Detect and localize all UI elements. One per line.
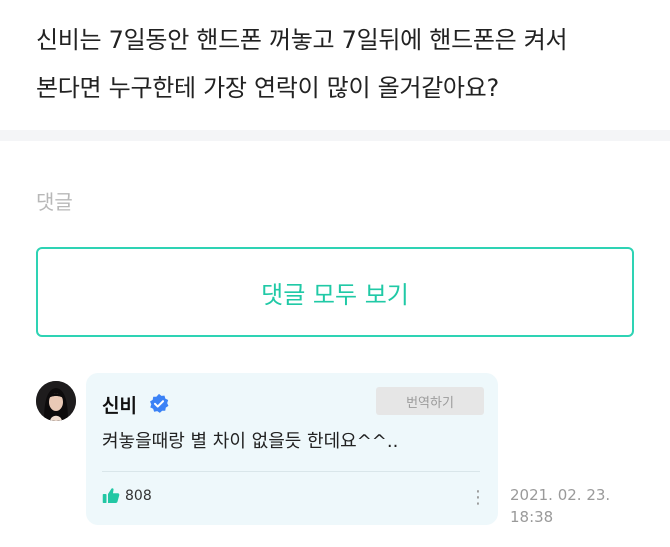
comment-bubble: 신비 번역하기 켜놓을때랑 별 차이 없을듯 한데요^^.. 808 ⋮ [86,373,498,525]
translate-button[interactable]: 번역하기 [376,387,484,415]
section-divider [0,130,670,141]
timestamp-date: 2021. 02. 23. [510,486,611,504]
view-all-comments-button[interactable]: 댓글 모두 보기 [36,247,634,337]
comments-label: 댓글 [36,190,73,214]
question-title: 신비는 7일동안 핸드폰 꺼놓고 7일뒤에 핸드폰은 켜서 본다면 누구한테 가… [36,16,646,112]
comment-divider [102,471,480,472]
more-options-icon[interactable]: ⋮ [469,487,487,509]
comment-author[interactable]: 신비 [102,391,137,418]
comment-text: 켜놓을때랑 별 차이 없을듯 한데요^^.. [102,431,399,452]
question-line-1: 신비는 7일동안 핸드폰 꺼놓고 7일뒤에 핸드폰은 켜서 [36,26,568,54]
avatar-image [36,381,76,421]
timestamp-time: 18:38 [510,508,554,526]
verified-badge-icon [150,393,169,413]
avatar[interactable] [36,381,76,421]
question-line-2: 본다면 누구한테 가장 연락이 많이 올거같아요? [36,74,499,102]
like-count: 808 [125,487,152,504]
thumbs-up-icon [102,488,120,503]
like-button[interactable]: 808 [102,487,152,504]
comment-timestamp: 2021. 02. 23. 18:38 [510,484,640,528]
